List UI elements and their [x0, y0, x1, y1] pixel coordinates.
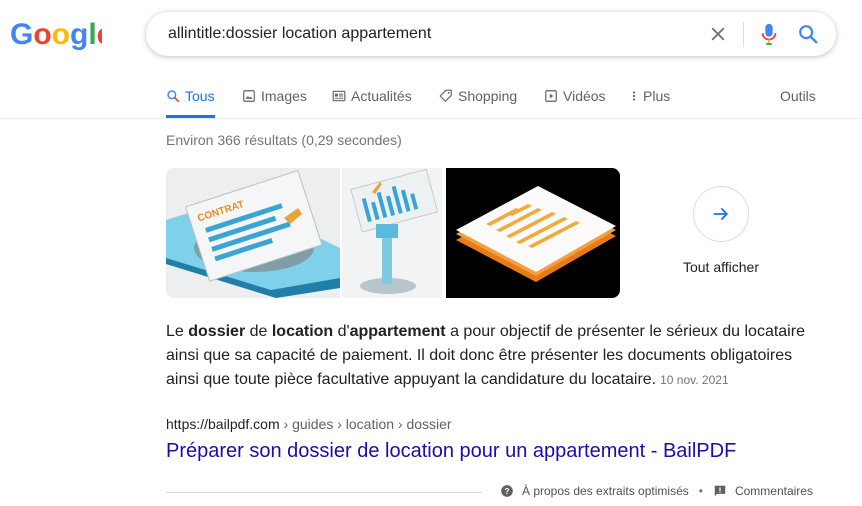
tab-more[interactable]: Plus	[630, 78, 670, 118]
play-icon	[545, 90, 557, 102]
image-thumbnail[interactable]: CONTRAT	[166, 168, 340, 298]
search-box-divider	[743, 22, 744, 47]
search-icon[interactable]	[797, 23, 819, 45]
show-all-label: Tout afficher	[682, 259, 759, 275]
tab-label: Tous	[185, 88, 215, 104]
close-icon[interactable]	[708, 24, 728, 44]
image-thumbnail[interactable]	[342, 168, 442, 298]
snippet-highlight: dossier	[188, 323, 246, 340]
featured-snippet-text: Le dossier de location d'appartement a p…	[166, 320, 816, 392]
search-input[interactable]: allintitle:dossier location appartement	[168, 12, 431, 56]
snippet-highlight: location	[271, 323, 334, 340]
logo-letter: o	[52, 18, 70, 51]
tools-label: Outils	[780, 88, 816, 104]
image-thumbnail[interactable]	[446, 168, 620, 298]
svg-text:?: ?	[505, 487, 510, 496]
search-icon	[167, 90, 180, 103]
result-path: › guides › location › dossier	[279, 416, 452, 432]
show-all-images[interactable]: Tout afficher	[676, 186, 766, 275]
tab-all[interactable]: Tous	[166, 78, 215, 118]
snippet-highlight: appartement	[349, 323, 446, 340]
result-url-breadcrumb: https://bailpdf.com › guides › location …	[166, 416, 452, 432]
show-all-circle[interactable]	[693, 186, 749, 242]
svg-text:Google: Google	[10, 18, 102, 51]
tabs-divider	[0, 118, 862, 119]
logo-letter: g	[70, 18, 88, 51]
more-vert-icon	[632, 91, 636, 101]
tab-label: Shopping	[458, 88, 518, 104]
search-tabs: Tous Images Actualités Shopping Vidéos P…	[0, 78, 862, 118]
arrow-right-icon	[713, 208, 728, 220]
logo-letter: l	[88, 18, 96, 51]
feedback-icon	[714, 485, 726, 497]
google-logo[interactable]: Google	[10, 17, 102, 51]
snippet-text: d'	[333, 323, 350, 340]
tab-label: Plus	[643, 88, 671, 104]
tab-label: Images	[261, 88, 307, 104]
logo-letter: e	[97, 18, 102, 51]
tab-news[interactable]: Actualités	[332, 78, 412, 118]
tab-label: Actualités	[351, 88, 412, 104]
logo-letter: G	[10, 18, 33, 51]
snippet-date: 10 nov. 2021	[660, 373, 729, 387]
tab-images[interactable]: Images	[242, 78, 307, 118]
news-icon	[332, 90, 346, 102]
footer-separator: •	[698, 484, 703, 498]
result-domain: https://bailpdf.com	[166, 416, 280, 432]
result-title-link[interactable]: Préparer son dossier de location pour un…	[166, 440, 736, 463]
logo-letter: o	[33, 18, 51, 51]
result-stats: Environ 366 résultats (0,29 secondes)	[166, 132, 402, 148]
footer-divider	[166, 492, 482, 493]
tab-shopping[interactable]: Shopping	[439, 78, 517, 118]
about-label: À propos des extraits optimisés	[522, 484, 689, 498]
help-icon: ?	[501, 485, 513, 497]
feedback-label: Commentaires	[734, 484, 813, 498]
tab-label: Vidéos	[563, 88, 606, 104]
image-icon	[243, 90, 255, 102]
snippet-text: Le	[166, 323, 189, 340]
snippet-text: de	[245, 323, 272, 340]
tools-button[interactable]: Outils	[780, 78, 816, 118]
image-strip: CONTRAT	[166, 168, 620, 298]
feedback-link[interactable]: Commentaires	[713, 484, 813, 498]
search-box[interactable]: allintitle:dossier location appartement	[146, 12, 836, 56]
tag-icon	[439, 89, 452, 102]
microphone-icon[interactable]	[758, 22, 780, 46]
tab-videos[interactable]: Vidéos	[544, 78, 606, 118]
about-featured-snippets[interactable]: ? À propos des extraits optimisés	[500, 484, 689, 498]
snippet-footer: ? À propos des extraits optimisés • Comm…	[500, 484, 813, 498]
